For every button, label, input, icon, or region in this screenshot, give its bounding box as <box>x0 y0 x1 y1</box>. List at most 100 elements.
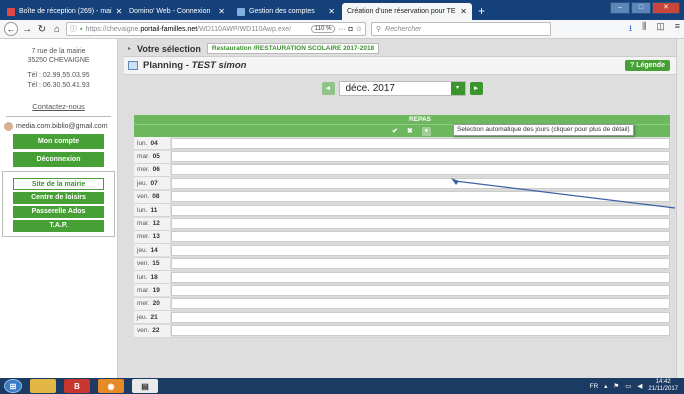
flag-icon[interactable]: ⚑ <box>613 382 619 390</box>
bookmark-star-icon[interactable]: ☆ <box>356 25 362 33</box>
weekday-label: lun. <box>137 139 148 147</box>
pocket-icon[interactable]: ◘ <box>348 26 352 33</box>
close-tab-icon[interactable]: ✕ <box>460 7 467 16</box>
weekday-label: ven. <box>137 193 150 201</box>
annotation-arrow <box>451 178 676 209</box>
reload-button[interactable]: ↻ <box>36 24 48 35</box>
meal-reservation-cell[interactable] <box>171 137 670 149</box>
home-button[interactable]: ⌂ <box>51 24 63 35</box>
document-icon[interactable]: ▤ <box>132 379 158 393</box>
tab-domino-login[interactable]: Domino' Web - Connexion ✕ <box>124 3 230 20</box>
select-all-check-icon[interactable]: ✔ <box>392 127 398 135</box>
logout-button[interactable]: Déconnexion <box>13 152 104 167</box>
auto-select-icon[interactable]: ● <box>421 126 431 136</box>
meal-column-header: REPAS <box>409 116 431 123</box>
day-row: ven. 22 <box>134 324 670 338</box>
search-field[interactable]: ⚲ Rechercher <box>371 22 551 36</box>
search-icon: ⚲ <box>376 26 382 33</box>
meal-reservation-cell[interactable] <box>171 164 670 176</box>
meal-reservation-cell[interactable] <box>171 284 670 296</box>
close-tab-icon[interactable]: ✕ <box>218 7 225 16</box>
os-taskbar: ⊞ B ◉ ▤ FR ▴ ⚑ ▭ ◀ 14:42 21/11/2017 <box>0 378 684 394</box>
tray-arrow-icon[interactable]: ▴ <box>604 382 607 390</box>
close-tab-icon[interactable]: ✕ <box>328 7 335 16</box>
calendar-icon <box>128 61 138 70</box>
clear-all-cross-icon[interactable]: ✖ <box>407 127 413 135</box>
next-month-button[interactable]: ▸ <box>469 81 483 95</box>
page-scrollbar[interactable] <box>676 39 684 378</box>
day-row: ven. 15 <box>134 257 670 271</box>
volume-icon[interactable]: ◀ <box>637 382 642 390</box>
network-icon[interactable]: ▭ <box>625 382 631 390</box>
day-row: lun. 04 <box>134 137 670 151</box>
firefox-icon[interactable]: ◉ <box>98 379 124 393</box>
meal-reservation-cell[interactable] <box>171 258 670 270</box>
minimize-button[interactable]: – <box>610 2 630 14</box>
clock[interactable]: 14:42 21/11/2017 <box>648 379 678 393</box>
meal-reservation-cell[interactable] <box>171 271 670 283</box>
phone-line: Tél : 02.99.55.03.95 <box>27 72 90 79</box>
selection-chip[interactable]: Restauration /RESTAURATION SCOLAIRE 2017… <box>206 43 380 54</box>
library-icon[interactable]: ⫼ <box>642 21 646 37</box>
download-icon[interactable]: ⭳ <box>629 21 632 37</box>
leisure-center-button[interactable]: Centre de loisirs <box>13 192 104 204</box>
tap-button[interactable]: T.A.P. <box>13 220 104 232</box>
maximize-button[interactable]: □ <box>631 2 651 14</box>
day-label: mar. 05 <box>134 150 170 163</box>
page-actions-icon[interactable]: ··· <box>338 26 345 33</box>
weekday-label: jeu. <box>137 246 148 254</box>
close-tab-icon[interactable]: ✕ <box>116 7 122 16</box>
day-number: 11 <box>150 206 158 214</box>
day-number: 21 <box>150 313 158 321</box>
menu-icon[interactable]: ≡ <box>675 21 680 37</box>
day-label: mar. 19 <box>134 284 170 297</box>
day-number: 05 <box>152 153 160 161</box>
day-row: jeu. 14 <box>134 244 670 258</box>
sidebar-icon[interactable]: ◫ <box>656 21 665 37</box>
day-number: 15 <box>152 260 160 268</box>
previous-month-button[interactable]: ◂ <box>321 81 335 95</box>
postal-code-line: 35250 CHEVAIGNE <box>27 57 90 64</box>
back-button[interactable]: ← <box>4 22 18 36</box>
tab-reservation[interactable]: Création d'une réservation pour TE ✕ <box>342 3 472 20</box>
window-close-button[interactable]: ✕ <box>652 2 680 14</box>
meal-reservation-cell[interactable] <box>171 244 670 256</box>
forward-button[interactable]: → <box>21 24 33 35</box>
info-icon[interactable]: ⓘ <box>70 24 77 34</box>
language-indicator[interactable]: FR <box>589 383 598 390</box>
file-explorer-icon[interactable] <box>30 379 56 393</box>
day-row: lun. 18 <box>134 271 670 285</box>
grid-header: REPAS <box>134 115 670 124</box>
my-account-button[interactable]: Mon compte <box>13 134 104 149</box>
browser-tab-bar: Boîte de réception (269) - mai ✕ Domino'… <box>0 0 684 20</box>
weekday-label: mer. <box>137 300 150 308</box>
weekday-label: lun. <box>137 206 148 214</box>
chevron-down-icon[interactable]: ▾ <box>450 81 465 95</box>
town-hall-site-link[interactable]: Site de la mairie <box>13 178 104 190</box>
contact-link[interactable]: Contactez-nous <box>0 102 117 111</box>
url-bar[interactable]: ⓘ ▪ https://chevaigne. portail-familles.n… <box>66 22 366 36</box>
meal-reservation-cell[interactable] <box>171 298 670 310</box>
new-tab-button[interactable]: + <box>472 3 491 20</box>
day-label: mer. 13 <box>134 230 170 243</box>
day-label: mer. 20 <box>134 297 170 310</box>
meal-reservation-cell[interactable] <box>171 311 670 323</box>
day-label: ven. 22 <box>134 324 170 337</box>
weekday-label: lun. <box>137 273 148 281</box>
tab-mailbox[interactable]: Boîte de réception (269) - mai ✕ <box>2 3 122 20</box>
meal-reservation-cell[interactable] <box>171 151 670 163</box>
day-number: 22 <box>152 327 160 335</box>
start-button[interactable]: ⊞ <box>4 379 22 393</box>
teen-bridge-button[interactable]: Passerelle Ados <box>13 206 104 218</box>
month-select[interactable]: déce. 2017 ▾ <box>338 80 466 96</box>
day-row: mer. 20 <box>134 297 670 312</box>
app-b-icon[interactable]: B <box>64 379 90 393</box>
meal-reservation-cell[interactable] <box>171 325 670 337</box>
weekday-label: mer. <box>137 233 150 241</box>
legend-button[interactable]: ? Légende <box>624 60 670 71</box>
zoom-level[interactable]: 110 % <box>310 25 336 33</box>
tab-account-management[interactable]: Gestion des comptes ✕ <box>232 3 340 20</box>
weekday-label: mar. <box>137 220 150 228</box>
day-number: 08 <box>152 193 160 201</box>
month-navigation: ◂ déce. 2017 ▾ ▸ <box>134 79 670 97</box>
